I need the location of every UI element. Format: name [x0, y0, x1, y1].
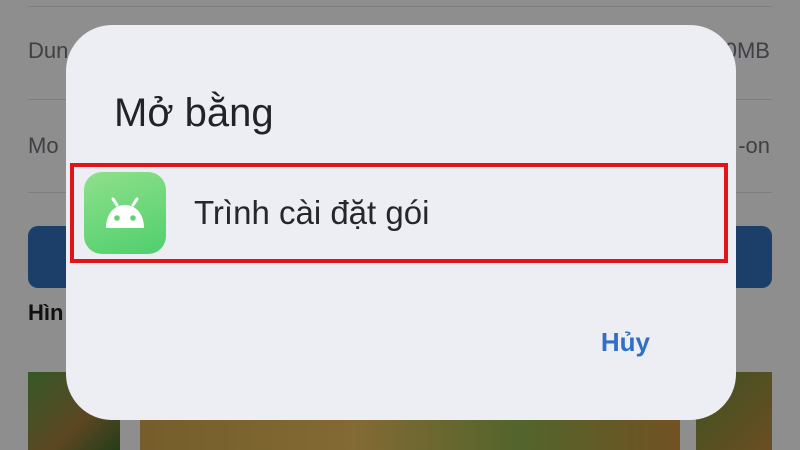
- option-label: Trình cài đặt gói: [194, 194, 430, 231]
- dialog-title: Mở bằng: [114, 91, 274, 135]
- android-icon: [84, 172, 166, 254]
- open-with-dialog: Mở bằng Trình cài đặt gói Hủy: [66, 25, 736, 420]
- option-package-installer[interactable]: Trình cài đặt gói: [70, 163, 728, 263]
- cancel-button[interactable]: Hủy: [601, 327, 650, 358]
- android-robot-glyph: [106, 197, 144, 228]
